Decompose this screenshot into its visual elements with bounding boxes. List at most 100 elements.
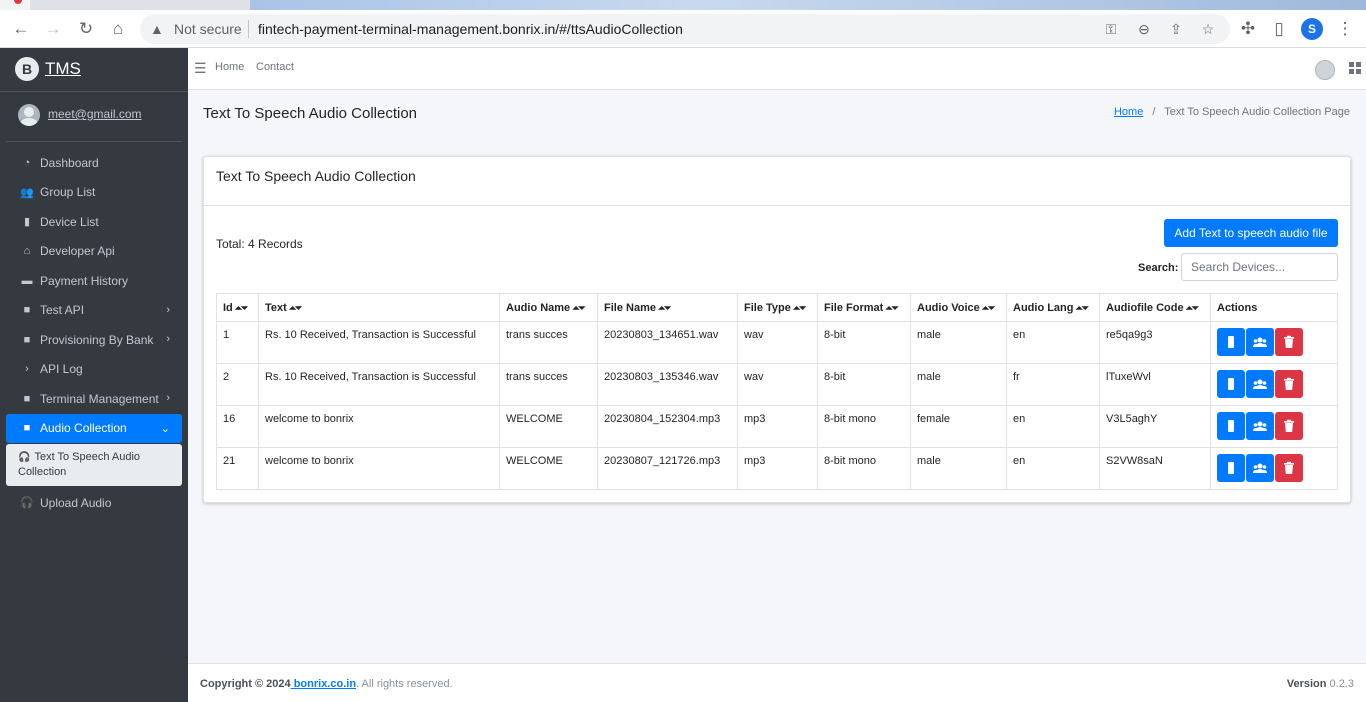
breadcrumb-home-link[interactable]: Home	[1114, 106, 1143, 118]
bookmark-star-icon[interactable]: ☆	[1198, 19, 1218, 39]
user-email-link[interactable]: meet@gmail.com	[48, 107, 142, 121]
col-header-file-type[interactable]: File Type ⏶⏷	[737, 293, 818, 322]
delete-button[interactable]	[1275, 328, 1303, 356]
back-arrow-icon[interactable]: ←	[10, 18, 32, 40]
col-header-audiofile-code[interactable]: Audiofile Code ⏶⏷	[1099, 293, 1211, 322]
table-row: 1 Rs. 10 Received, Transaction is Success…	[216, 321, 1338, 364]
breadcrumb-current: Text To Speech Audio Collection Page	[1164, 106, 1350, 118]
browser-menu-icon[interactable]: ⋮	[1334, 18, 1356, 40]
breadcrumb-separator: /	[1152, 106, 1156, 118]
col-header-audio-lang[interactable]: Audio Lang ⏶⏷	[1006, 293, 1100, 322]
zoom-icon[interactable]: ⊖	[1134, 19, 1154, 39]
sidebar-item-dashboard[interactable]: ◔ Dashboard	[6, 148, 182, 178]
tts-collection-card: Text To Speech Audio Collection Total: 4…	[203, 156, 1351, 503]
address-separator	[248, 20, 249, 38]
add-tts-audio-button[interactable]: Add Text to speech audio file	[1164, 219, 1338, 247]
view-device-button[interactable]	[1217, 454, 1245, 482]
security-label[interactable]: Not secure	[174, 21, 242, 37]
warning-icon[interactable]: ▲	[150, 20, 168, 38]
sidebar-item-device-list[interactable]: ▮ Device List	[6, 207, 182, 237]
grid-menu-icon[interactable]	[1349, 62, 1361, 74]
cell-audio-name: WELCOME	[499, 447, 598, 490]
cell-audio-lang: fr	[1006, 363, 1100, 406]
extensions-icon[interactable]: ✣	[1237, 18, 1259, 40]
header-avatar-icon[interactable]	[1315, 60, 1335, 80]
search-input[interactable]	[1181, 253, 1338, 281]
sidebar-item-label: Group List	[40, 185, 96, 200]
sort-icon: ⏶⏷	[1075, 302, 1089, 313]
table-header-row: Id ⏶⏷ Text ⏶⏷ Audio Name ⏶⏷ File Name ⏶⏷ Fil…	[216, 293, 1338, 322]
sidebar-item-label: API Log	[40, 362, 83, 377]
sidebar-item-upload-audio[interactable]: 🎧 Upload Audio	[6, 488, 182, 518]
sidebar-item-payment-history[interactable]: ▬ Payment History	[6, 266, 182, 296]
profile-avatar[interactable]: S	[1301, 18, 1323, 40]
delete-button[interactable]	[1275, 370, 1303, 398]
col-header-audio-voice[interactable]: Audio Voice ⏶⏷	[910, 293, 1007, 322]
search-label: Search:	[1138, 262, 1179, 274]
user-avatar-icon	[18, 104, 40, 126]
sort-icon: ⏶⏷	[234, 302, 248, 313]
forward-arrow-icon[interactable]: →	[42, 18, 64, 40]
share-icon[interactable]: ⇪	[1166, 19, 1186, 39]
sidebar-item-terminal-management[interactable]: ■ Terminal Management ›	[6, 384, 182, 414]
reload-icon[interactable]: ↻	[75, 18, 97, 40]
card-title: Text To Speech Audio Collection	[216, 168, 416, 184]
hamburger-menu-icon[interactable]: ☰	[194, 60, 207, 77]
table-row: 21 welcome to bonrix WELCOME 20230807_12172…	[216, 447, 1338, 490]
cell-file-format: 8-bit	[817, 321, 911, 364]
chevron-right-icon: ›	[166, 333, 170, 345]
sort-icon: ⏶⏷	[288, 302, 302, 313]
view-device-button[interactable]	[1217, 412, 1245, 440]
delete-button[interactable]	[1275, 454, 1303, 482]
sidebar-item-provisioning-by-bank[interactable]: ■ Provisioning By Bank ›	[6, 325, 182, 355]
folder-icon: ■	[23, 304, 31, 317]
table-row: 16 welcome to bonrix WELCOME 20230804_15230…	[216, 405, 1338, 448]
sidebar-item-developer-api[interactable]: ⌂ Developer Api	[6, 237, 182, 267]
tab-favicon[interactable]	[0, 0, 30, 10]
view-device-button[interactable]	[1217, 370, 1245, 398]
col-header-id[interactable]: Id ⏶⏷	[216, 293, 259, 322]
url-text[interactable]: fintech-payment-terminal-management.bonr…	[258, 21, 683, 37]
cell-audiofile-code: re5qa9g3	[1099, 321, 1211, 364]
sidebar-item-audio-collection[interactable]: ■ Audio Collection ⌄	[6, 413, 182, 443]
breadcrumb: Home / Text To Speech Audio Collection P…	[1114, 106, 1350, 118]
assign-group-button[interactable]	[1246, 412, 1274, 440]
delete-button[interactable]	[1275, 412, 1303, 440]
sidebar-subitem-tts-audio-collection[interactable]: 🎧 Text To Speech Audio Collection	[6, 444, 182, 486]
cell-audio-voice: male	[910, 447, 1007, 490]
sort-icon: ⏶⏷	[657, 302, 671, 313]
assign-group-button[interactable]	[1246, 328, 1274, 356]
sidebar-item-test-api[interactable]: ■ Test API ›	[6, 296, 182, 326]
assign-group-button[interactable]	[1246, 370, 1274, 398]
sidebar-item-label: Upload Audio	[40, 495, 112, 510]
footer-copyright: Copyright © 2024 bonrix.co.in. All right…	[200, 678, 453, 690]
copyright-link[interactable]: bonrix.co.in	[291, 678, 356, 690]
brand[interactable]: B TMS	[0, 48, 188, 92]
sidebar-item-label: Audio Collection	[40, 421, 127, 436]
sidebar-item-group-list[interactable]: 👥 Group List	[6, 178, 182, 208]
view-device-button[interactable]	[1217, 328, 1245, 356]
cell-audiofile-code: lTuxeWvl	[1099, 363, 1211, 406]
inbox-icon: ⌂	[23, 245, 31, 258]
col-header-file-format[interactable]: File Format ⏶⏷	[817, 293, 911, 322]
footer-version: Version 0.2.3	[1287, 678, 1354, 690]
assign-group-button[interactable]	[1246, 454, 1274, 482]
tab-strip-background	[250, 0, 1366, 10]
address-bar[interactable]: ▲ Not secure fintech-payment-terminal-ma…	[140, 14, 1230, 44]
cell-audio-voice: female	[910, 405, 1007, 448]
key-icon[interactable]: ⚿	[1101, 19, 1121, 39]
home-icon[interactable]: ⌂	[107, 18, 129, 40]
col-header-audio-name[interactable]: Audio Name ⏶⏷	[499, 293, 598, 322]
cell-audiofile-code: V3L5aghY	[1099, 405, 1211, 448]
col-header-text[interactable]: Text ⏶⏷	[258, 293, 500, 322]
sort-icon: ⏶⏷	[885, 302, 898, 313]
col-header-file-name[interactable]: File Name ⏶⏷	[597, 293, 738, 322]
nav-contact-link[interactable]: Contact	[256, 61, 294, 73]
side-panel-icon[interactable]: ▯	[1268, 18, 1290, 40]
sidebar: B TMS meet@gmail.com ◔ Dashboard 👥 Group…	[0, 48, 188, 702]
copyright-text: Copyright © 2024	[200, 678, 291, 690]
nav-home-link[interactable]: Home	[215, 61, 244, 73]
headphones-icon: 🎧	[20, 497, 34, 510]
sidebar-item-api-log[interactable]: › API Log	[6, 355, 182, 385]
brand-name[interactable]: TMS	[45, 59, 81, 79]
